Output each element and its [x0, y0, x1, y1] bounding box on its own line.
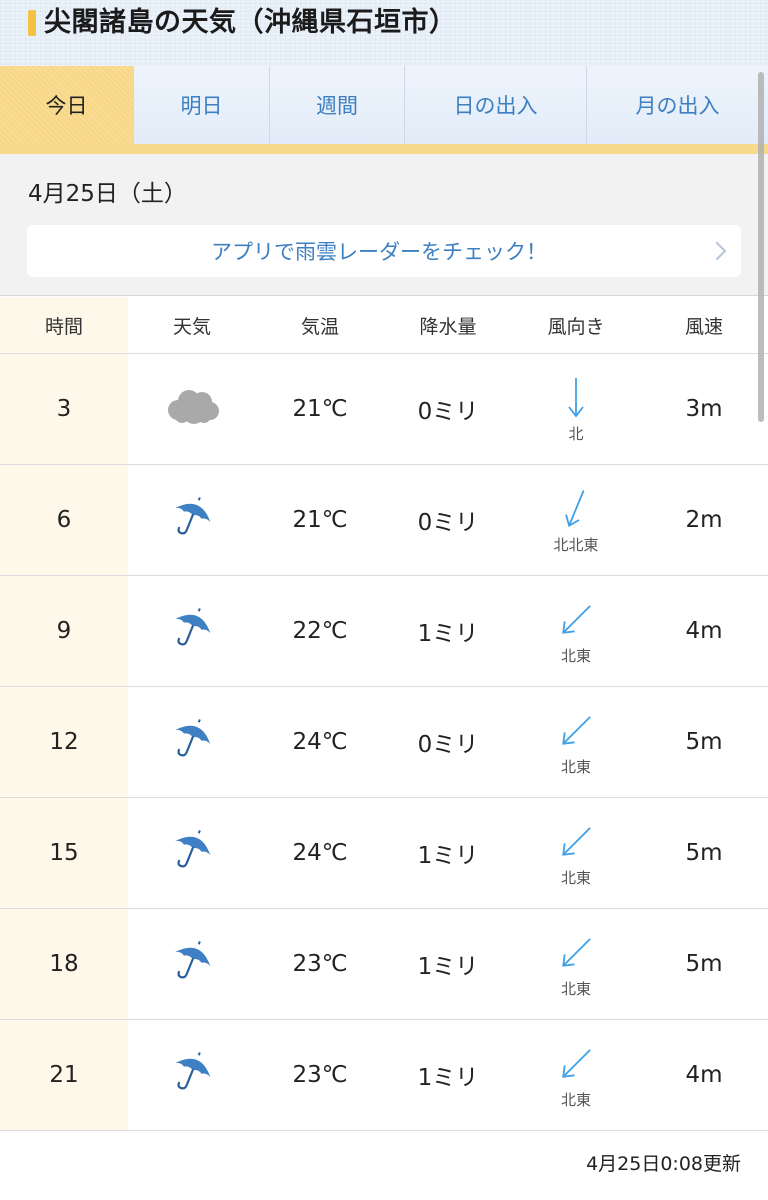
- table-row: 15 24℃ 1ミリ北東 5m: [0, 798, 768, 909]
- table-body: 3 21℃ 0ミリ北 3m 6 21℃ 0ミリ 北北東 2m 9 22℃ 1ミリ 北東 4m 12 24℃ 0ミ…: [0, 354, 768, 1131]
- page-title: 尖閣諸島の天気（沖縄県石垣市）: [44, 7, 457, 38]
- wind-arrow-icon: [568, 377, 584, 417]
- table-row: 12 24℃ 0ミリ北東 5m: [0, 687, 768, 798]
- wind-direction-label: 北東: [560, 868, 591, 887]
- wind-direction-label: 北東: [560, 1090, 591, 1109]
- wind-speed-cell: 4m: [685, 1062, 723, 1088]
- umbrella-icon: [169, 828, 215, 878]
- weather-cell: [128, 465, 256, 575]
- precipitation-cell: 1ミリ: [417, 621, 479, 647]
- tab-today[interactable]: 今日: [0, 66, 134, 144]
- wind-speed-cell: 3m: [685, 396, 723, 422]
- wind-direction-label: 北北東: [553, 535, 599, 554]
- table-row: 6 21℃ 0ミリ北北東 2m: [0, 465, 768, 576]
- tab-moonrise[interactable]: 月の出入: [587, 66, 768, 144]
- umbrella-icon: [169, 606, 215, 656]
- wind-direction-label: 北東: [560, 979, 591, 998]
- wind-direction-cell: 北東: [512, 687, 640, 797]
- umbrella-icon: [169, 1050, 215, 1100]
- temperature-cell: 24℃: [292, 840, 348, 866]
- weather-cell: [128, 798, 256, 908]
- time-cell: 21: [0, 1020, 128, 1130]
- column-header-weather: 天気: [172, 315, 211, 338]
- tab-tomorrow[interactable]: 明日: [134, 66, 270, 144]
- column-header-time: 時間: [0, 297, 128, 353]
- time-cell: 18: [0, 909, 128, 1019]
- table-row: 18 23℃ 1ミリ北東 5m: [0, 909, 768, 1020]
- time-cell: 6: [0, 465, 128, 575]
- wind-speed-cell: 5m: [685, 951, 723, 977]
- weather-cell: [128, 576, 256, 686]
- column-header-wind-direction: 風向き: [547, 315, 605, 338]
- date-section: 4月25日（土） アプリで雨雲レーダーをチェック！: [0, 154, 768, 296]
- wind-direction-cell: 北: [512, 354, 640, 464]
- weather-cell: [128, 909, 256, 1019]
- cloud-icon: [164, 388, 220, 430]
- weather-cell: [128, 1020, 256, 1130]
- wind-direction-label: 北東: [560, 757, 591, 776]
- wind-direction-cell: 北東: [512, 576, 640, 686]
- column-header-wind-speed: 風速: [684, 315, 723, 338]
- temperature-cell: 22℃: [292, 618, 348, 644]
- wind-arrow-icon: [565, 489, 585, 527]
- app-promo-label: アプリで雨雲レーダーをチェック！: [211, 240, 547, 264]
- wind-direction-label: 北: [568, 424, 584, 443]
- wind-speed-cell: 4m: [685, 618, 723, 644]
- tab-bar: 今日 明日 週間 日の出入 月の出入: [0, 66, 768, 154]
- column-header-temperature: 気温: [300, 315, 339, 338]
- precipitation-cell: 0ミリ: [417, 399, 479, 425]
- wind-direction-label: 北東: [560, 646, 591, 665]
- updated-timestamp: 4月25日0:08更新: [586, 1153, 741, 1175]
- app-promo-button[interactable]: アプリで雨雲レーダーをチェック！: [27, 225, 741, 277]
- column-header-precipitation: 降水量: [419, 315, 477, 338]
- header-accent-bar: [28, 10, 36, 36]
- hourly-forecast-table: 時間 天気 気温 降水量 風向き 風速 3 21℃ 0ミリ北 3m 6 21℃ 0ミリ 北北東…: [0, 297, 768, 1131]
- chevron-right-icon: [715, 241, 727, 261]
- wind-direction-cell: 北北東: [512, 465, 640, 575]
- time-cell: 15: [0, 798, 128, 908]
- wind-direction-cell: 北東: [512, 909, 640, 1019]
- wind-speed-cell: 2m: [685, 507, 723, 533]
- wind-arrow-icon: [562, 1048, 591, 1078]
- wind-arrow-icon: [562, 604, 591, 634]
- temperature-cell: 21℃: [292, 507, 348, 533]
- precipitation-cell: 1ミリ: [417, 843, 479, 869]
- scrollbar[interactable]: [758, 72, 764, 422]
- time-cell: 12: [0, 687, 128, 797]
- tab-sunrise[interactable]: 日の出入: [405, 66, 587, 144]
- weather-cell: [128, 687, 256, 797]
- wind-arrow-icon: [562, 715, 591, 745]
- table-header-row: 時間 天気 気温 降水量 風向き 風速: [0, 297, 768, 354]
- wind-arrow-icon: [562, 937, 591, 967]
- temperature-cell: 24℃: [292, 729, 348, 755]
- precipitation-cell: 0ミリ: [417, 732, 479, 758]
- time-cell: 9: [0, 576, 128, 686]
- tab-weekly[interactable]: 週間: [270, 66, 405, 144]
- time-cell: 3: [0, 354, 128, 464]
- wind-direction-cell: 北東: [512, 1020, 640, 1130]
- date-label: 4月25日（土）: [28, 181, 187, 207]
- table-row: 3 21℃ 0ミリ北 3m: [0, 354, 768, 465]
- umbrella-icon: [169, 717, 215, 767]
- wind-speed-cell: 5m: [685, 729, 723, 755]
- umbrella-icon: [169, 939, 215, 989]
- footer: 4月25日0:08更新: [0, 1133, 768, 1200]
- precipitation-cell: 0ミリ: [417, 510, 479, 536]
- temperature-cell: 23℃: [292, 951, 348, 977]
- umbrella-icon: [169, 495, 215, 545]
- precipitation-cell: 1ミリ: [417, 954, 479, 980]
- weather-cell: [128, 354, 256, 464]
- temperature-cell: 21℃: [292, 396, 348, 422]
- wind-direction-cell: 北東: [512, 798, 640, 908]
- wind-speed-cell: 5m: [685, 840, 723, 866]
- table-row: 21 23℃ 1ミリ北東 4m: [0, 1020, 768, 1131]
- temperature-cell: 23℃: [292, 1062, 348, 1088]
- table-row: 9 22℃ 1ミリ北東 4m: [0, 576, 768, 687]
- wind-arrow-icon: [562, 826, 591, 856]
- precipitation-cell: 1ミリ: [417, 1065, 479, 1091]
- page-header: 尖閣諸島の天気（沖縄県石垣市）: [0, 0, 768, 66]
